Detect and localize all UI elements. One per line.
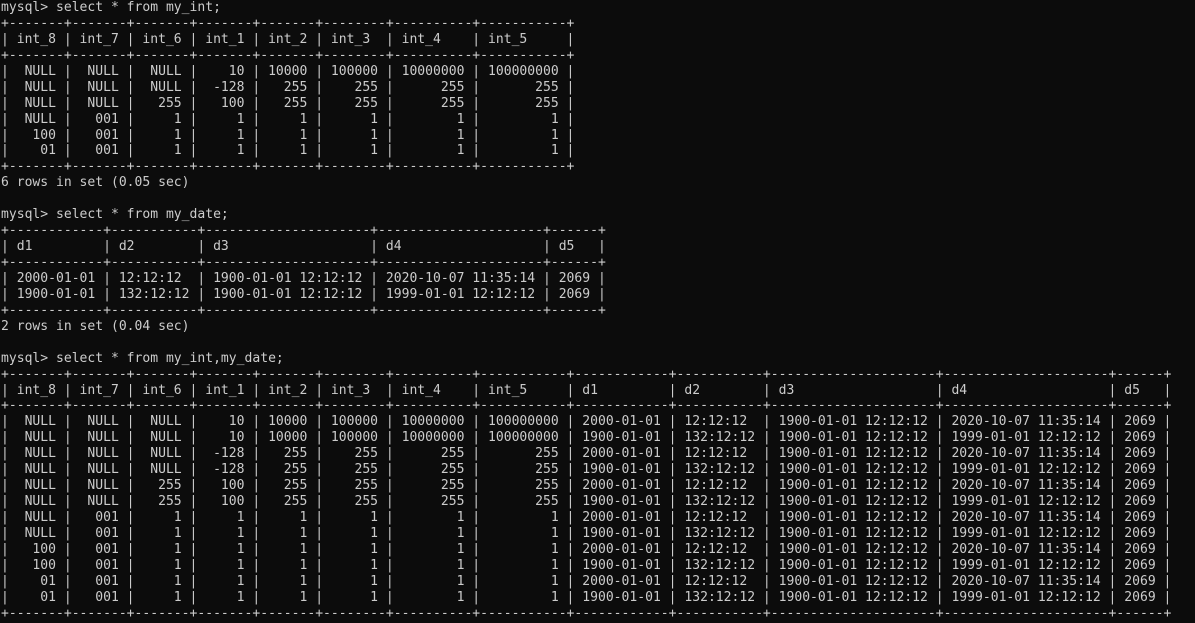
table-row: | 01 | 001 | 1 | 1 | 1 | 1 | 1 | 1 | 200… xyxy=(1,573,1172,589)
table-row: | 01 | 001 | 1 | 1 | 1 | 1 | 1 | 1 | xyxy=(1,143,575,159)
terminal-window[interactable]: mysql> select * from my_int; +-------+--… xyxy=(0,0,1195,623)
table-row: | NULL | NULL | 255 | 100 | 255 | 255 | … xyxy=(1,478,1172,494)
table-row: | NULL | NULL | NULL | -128 | 255 | 255 … xyxy=(1,462,1172,478)
table-row: | NULL | 001 | 1 | 1 | 1 | 1 | 1 | 1 | 2… xyxy=(1,510,1172,525)
table-row: | 100 | 001 | 1 | 1 | 1 | 1 | 1 | 1 | xyxy=(1,127,575,143)
table-border: +------------+-----------+--------------… xyxy=(1,223,606,239)
table-border: +-------+-------+-------+-------+-------… xyxy=(1,47,575,63)
table-row: | 100 | 001 | 1 | 1 | 1 | 1 | 1 | 1 | 20… xyxy=(1,541,1172,557)
table-row: | NULL | NULL | NULL | -128 | 255 | 255 … xyxy=(1,79,575,95)
table-row: | 01 | 001 | 1 | 1 | 1 | 1 | 1 | 1 | 190… xyxy=(1,589,1172,605)
result-summary: 6 rows in set (0.05 sec) xyxy=(1,175,190,191)
table-row: | NULL | 001 | 1 | 1 | 1 | 1 | 1 | 1 | xyxy=(1,111,575,127)
table-row: | NULL | NULL | NULL | -128 | 255 | 255 … xyxy=(1,446,1172,462)
table-row: | 2000-01-01 | 12:12:12 | 1900-01-01 12:… xyxy=(1,270,606,286)
table-border: +------------+-----------+--------------… xyxy=(1,255,606,270)
table-row: | NULL | NULL | NULL | 10 | 10000 | 1000… xyxy=(1,414,1172,430)
table-border: +-------+-------+-------+-------+-------… xyxy=(1,605,1172,621)
table-border: +------------+-----------+--------------… xyxy=(1,302,606,318)
table-row: | NULL | 001 | 1 | 1 | 1 | 1 | 1 | 1 | 1… xyxy=(1,525,1172,541)
table-row: | NULL | NULL | 255 | 100 | 255 | 255 | … xyxy=(1,494,1172,510)
table-row: | 1900-01-01 | 132:12:12 | 1900-01-01 12… xyxy=(1,286,606,302)
table-border: +-------+-------+-------+-------+-------… xyxy=(1,398,1172,414)
query-command-line: mysql> select * from my_int,my_date; xyxy=(1,350,284,366)
table-header-row: | int_8 | int_7 | int_6 | int_1 | int_2 … xyxy=(1,31,575,47)
table-border: +-------+-------+-------+-------+-------… xyxy=(1,15,575,31)
query-command-line: mysql> select * from my_int; xyxy=(1,0,221,15)
table-border: +-------+-------+-------+-------+-------… xyxy=(1,159,575,175)
result-summary: 2 rows in set (0.04 sec) xyxy=(1,318,190,334)
terminal-output: mysql> select * from my_int; +-------+--… xyxy=(1,0,1195,622)
query-command-line: mysql> select * from my_date; xyxy=(1,207,229,223)
table-row: | 100 | 001 | 1 | 1 | 1 | 1 | 1 | 1 | 19… xyxy=(1,557,1172,573)
table-border: +-------+-------+-------+-------+-------… xyxy=(1,366,1172,382)
table-row: | NULL | NULL | 255 | 100 | 255 | 255 | … xyxy=(1,95,575,111)
table-row: | NULL | NULL | NULL | 10 | 10000 | 1000… xyxy=(1,430,1172,446)
table-header-row: | d1 | d2 | d3 | d4 | d5 | xyxy=(1,239,606,255)
table-header-row: | int_8 | int_7 | int_6 | int_1 | int_2 … xyxy=(1,382,1172,398)
table-row: | NULL | NULL | NULL | 10 | 10000 | 1000… xyxy=(1,63,575,79)
